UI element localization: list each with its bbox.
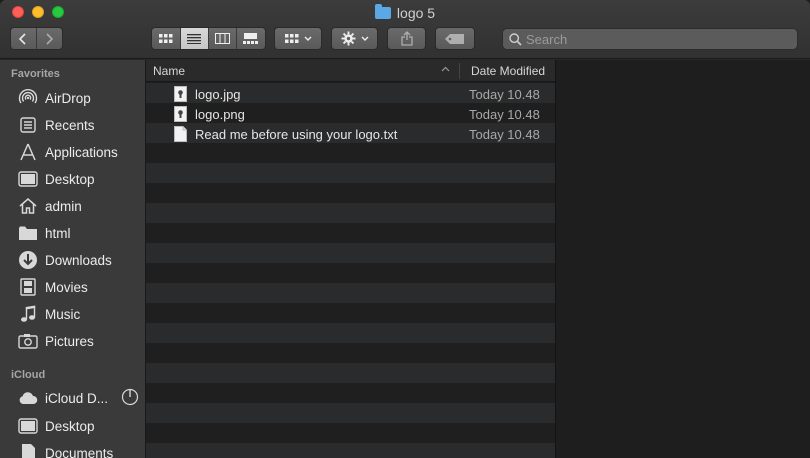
sidebar-item-html[interactable]: html: [18, 222, 144, 244]
chevron-down-icon: [304, 36, 311, 41]
image-file-icon: [174, 86, 187, 102]
icloud-icon: [18, 388, 38, 408]
sidebar-item-desktop[interactable]: Desktop: [18, 168, 144, 190]
sidebar-item-label: Applications: [45, 144, 118, 160]
sidebar-item-label: Documents: [45, 445, 114, 458]
desktop-icon: [18, 416, 38, 436]
edit-tags-button[interactable]: [435, 27, 475, 50]
file-date-modified: Today 10.48: [469, 87, 540, 102]
file-row[interactable]: logo.jpg Today 10.48: [146, 84, 555, 104]
downloads-icon: [18, 250, 38, 270]
file-name: logo.jpg: [195, 87, 241, 102]
movies-icon: [18, 277, 38, 297]
home-icon: [18, 196, 38, 216]
search-icon: [509, 32, 522, 46]
pictures-icon: [18, 331, 38, 351]
chevron-down-icon: [361, 36, 368, 41]
view-mode-control: [151, 27, 266, 50]
column-view-button[interactable]: [209, 28, 237, 49]
sync-progress-icon: [121, 388, 139, 409]
group-grid-icon: [284, 33, 298, 43]
text-file-icon: [174, 126, 187, 142]
sidebar-item-recents[interactable]: Recents: [18, 114, 144, 136]
list-header: Name Date Modified: [146, 60, 555, 82]
gallery-view-icon: [243, 33, 259, 44]
grid-view-icon: [158, 33, 173, 43]
icon-view-button[interactable]: [152, 28, 181, 49]
music-icon: [18, 304, 38, 324]
finder-window: logo 5 Search Favorites AirDrop Recents …: [0, 0, 810, 458]
column-divider[interactable]: [459, 63, 460, 79]
sidebar-item-downloads[interactable]: Downloads: [18, 249, 144, 271]
chevron-left-icon: [19, 32, 26, 45]
image-file-icon: [174, 106, 187, 122]
back-button[interactable]: [11, 28, 37, 49]
sidebar-item-airdrop[interactable]: AirDrop: [18, 87, 144, 109]
action-button[interactable]: [331, 27, 378, 50]
file-list: Name Date Modified logo.jpg Today 10.48 …: [146, 60, 555, 458]
column-view-icon: [214, 33, 230, 44]
date-modified-column-header[interactable]: Date Modified: [471, 64, 545, 78]
sidebar-item-label: iCloud D...: [45, 390, 109, 406]
sidebar-item-label: Movies: [45, 279, 88, 295]
sidebar-item-movies[interactable]: Movies: [18, 276, 144, 298]
sidebar: Favorites AirDrop Recents Applications D…: [0, 60, 146, 458]
sidebar-item-admin[interactable]: admin: [18, 195, 144, 217]
applications-icon: [18, 142, 38, 162]
share-icon: [400, 31, 413, 46]
sidebar-item-label: Music: [45, 306, 81, 322]
sidebar-item-label: Desktop: [45, 418, 95, 434]
file-date-modified: Today 10.48: [469, 107, 540, 122]
documents-icon: [18, 443, 38, 458]
folder-icon: [374, 4, 391, 19]
airdrop-icon: [18, 88, 38, 108]
sort-ascending-icon: [441, 64, 450, 74]
list-view-icon: [187, 33, 202, 44]
group-by-button[interactable]: [274, 27, 322, 50]
window-title-text: logo 5: [396, 5, 436, 21]
sidebar-item-label: Recents: [45, 117, 95, 133]
gear-icon: [340, 31, 356, 46]
sidebar-item-label: AirDrop: [45, 90, 91, 106]
favorites-header: Favorites: [11, 68, 60, 80]
forward-button[interactable]: [37, 28, 62, 49]
file-row[interactable]: Read me before using your logo.txt Today…: [146, 124, 555, 144]
preview-pane: [555, 60, 810, 458]
file-name: Read me before using your logo.txt: [195, 127, 398, 142]
sidebar-item-applications[interactable]: Applications: [18, 141, 144, 163]
sidebar-item-documents[interactable]: Documents: [18, 442, 144, 458]
sidebar-item-icloud-drive[interactable]: iCloud D...: [18, 387, 144, 409]
sidebar-item-music[interactable]: Music: [18, 303, 144, 325]
folder-icon: [18, 223, 38, 243]
file-row[interactable]: logo.png Today 10.48: [146, 104, 555, 124]
tag-icon: [445, 33, 464, 44]
name-column-header[interactable]: Name: [153, 64, 185, 78]
sidebar-item-label: admin: [45, 198, 82, 214]
sidebar-item-label: Pictures: [45, 333, 94, 349]
icloud-header: iCloud: [11, 369, 46, 381]
sidebar-item-pictures[interactable]: Pictures: [18, 330, 144, 352]
window-title: logo 5: [0, 4, 810, 22]
nav-buttons: [10, 27, 63, 50]
search-input[interactable]: [526, 31, 786, 47]
chevron-right-icon: [46, 32, 54, 45]
list-view-button[interactable]: [180, 28, 209, 49]
share-button[interactable]: [387, 27, 426, 50]
file-date-modified: Today 10.48: [469, 127, 540, 142]
sidebar-item-label: Downloads: [45, 252, 112, 268]
search-field[interactable]: [502, 28, 798, 50]
file-name: logo.png: [195, 107, 245, 122]
toolbar: logo 5: [0, 0, 810, 59]
recents-icon: [18, 115, 38, 135]
desktop-icon: [18, 169, 38, 189]
sidebar-item-label: html: [45, 225, 71, 241]
sidebar-item-label: Desktop: [45, 171, 95, 187]
sidebar-item-icloud-desktop[interactable]: Desktop: [18, 415, 144, 437]
gallery-view-button[interactable]: [237, 28, 265, 49]
